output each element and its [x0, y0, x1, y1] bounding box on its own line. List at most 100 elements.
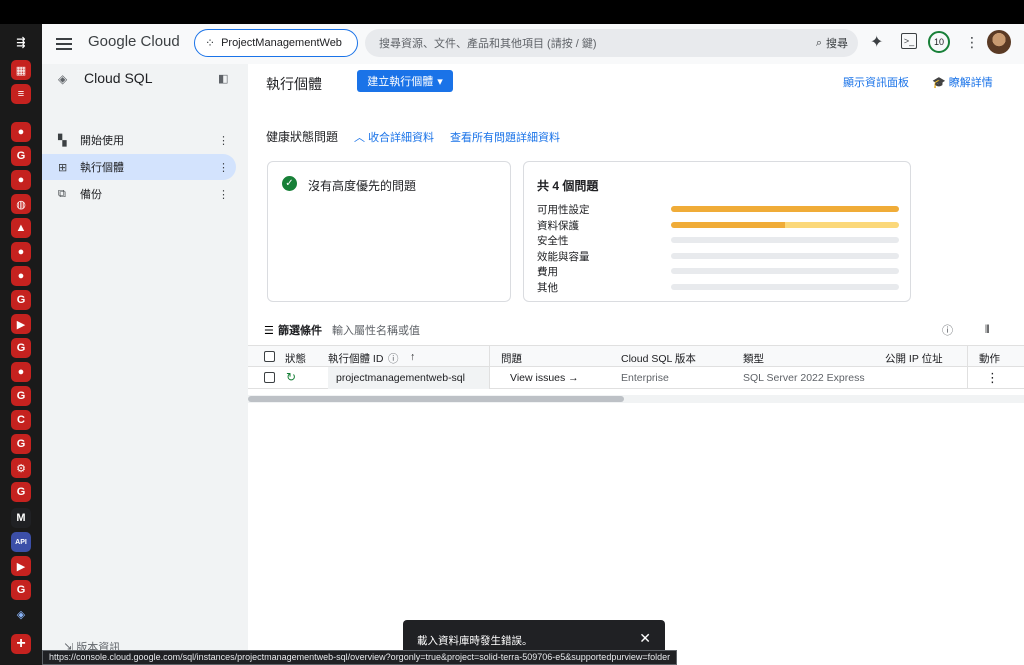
issues-card: 共 4 個問題 可用性設定 資料保護 安全性 效能與容量 費用 其他	[523, 161, 911, 302]
create-instance-button[interactable]: 建立執行個體 ▾	[357, 70, 453, 92]
scrollbar-thumb[interactable]	[248, 396, 624, 402]
show-dashboard-link[interactable]: 顯示資訊面板	[843, 74, 909, 90]
google-icon[interactable]: G	[11, 338, 31, 358]
chevron-up-icon: ︿	[354, 132, 365, 144]
column-display-icon[interactable]: ⫴	[985, 324, 990, 337]
sidebar-item-instances[interactable]: ⊞ 執行個體 ⋮	[42, 154, 236, 180]
help-icon[interactable]: ⓘ	[388, 351, 399, 366]
column-instance-id[interactable]: 執行個體 ID	[328, 351, 383, 366]
google-icon[interactable]: G	[11, 482, 31, 502]
column-type[interactable]: 類型	[743, 351, 764, 366]
horizontal-scrollbar[interactable]	[248, 395, 1024, 403]
globe-icon[interactable]: ◍	[11, 194, 31, 214]
sidebar-toggle-icon[interactable]: ⇶	[11, 32, 31, 52]
youtube-icon[interactable]: ▶	[11, 314, 31, 334]
more-vert-icon[interactable]: ⋮	[218, 188, 229, 201]
table-row[interactable]: ↻ projectmanagementweb-sql View issues →…	[248, 367, 1024, 389]
google-icon[interactable]: G	[11, 580, 31, 600]
type-cell: SQL Server 2022 Express	[743, 372, 865, 384]
app-g-icon[interactable]: G	[11, 386, 31, 406]
close-icon[interactable]: ✕	[639, 630, 651, 647]
sidebar-item-get-started[interactable]: ▚ 開始使用 ⋮	[42, 127, 236, 153]
google-icon[interactable]: G	[11, 146, 31, 166]
cloud-shell-icon[interactable]: >_	[901, 33, 917, 49]
filter-input[interactable]: 輸入屬性名稱或值	[332, 322, 420, 338]
status-url: https://console.cloud.google.com/sql/ins…	[42, 650, 678, 665]
issue-bar-track	[671, 252, 899, 259]
sidebar-item-backups[interactable]: ⧉ 備份 ⋮	[42, 181, 236, 207]
column-divider	[489, 367, 490, 389]
search-input[interactable]: 搜尋資源、文件、產品和其他項目 (請按 / 鍵) ⌕ 搜尋	[365, 29, 858, 57]
app-g-icon[interactable]: G	[11, 434, 31, 454]
api-icon[interactable]: API	[11, 532, 31, 552]
github-icon[interactable]: ●	[11, 122, 31, 142]
github-icon[interactable]: ●	[11, 170, 31, 190]
sidebar-item-label: 開始使用	[80, 135, 124, 147]
more-vert-icon[interactable]: ⋮	[218, 161, 229, 174]
column-issues[interactable]: 問題	[501, 351, 522, 366]
instance-id-link[interactable]: projectmanagementweb-sql	[336, 372, 465, 384]
collapse-sidebar-icon[interactable]: ◧	[218, 72, 228, 85]
column-version[interactable]: Cloud SQL 版本	[621, 351, 696, 366]
sidebar-title: Cloud SQL	[84, 70, 153, 86]
browser-window: Google Cloud ⁘ ProjectManagementWeb 搜尋資源…	[42, 24, 1024, 665]
learn-more-link[interactable]: 🎓 瞭解詳情	[932, 74, 993, 90]
drive-icon[interactable]: ▲	[11, 218, 31, 238]
column-divider	[489, 346, 490, 368]
column-public-ip[interactable]: 公開 IP 位址	[885, 351, 943, 366]
google-icon[interactable]: G	[11, 290, 31, 310]
column-divider	[967, 346, 968, 368]
row-actions-icon[interactable]: ⋮	[986, 370, 999, 386]
issue-bar-track	[671, 283, 899, 290]
caret-down-icon: ▾	[437, 75, 443, 88]
arrow-right-icon: →	[568, 372, 579, 384]
school-icon: 🎓	[932, 77, 946, 89]
collapse-details-link[interactable]: ︿ 收合詳細資料	[354, 129, 434, 145]
project-selector[interactable]: ⁘ ProjectManagementWeb	[194, 29, 358, 57]
more-vert-icon[interactable]: ⋮	[965, 34, 979, 51]
column-status[interactable]: 狀態	[285, 351, 306, 366]
medium-icon[interactable]: M	[11, 508, 31, 528]
hierarchy-icon: ⊞	[58, 161, 68, 174]
issue-category-label: 可用性設定	[537, 204, 590, 216]
search-list-icon[interactable]: ≡	[11, 84, 31, 104]
issue-category-label: 其他	[537, 281, 558, 294]
select-all-checkbox[interactable]	[264, 351, 275, 362]
version-cell: Enterprise	[621, 372, 669, 384]
sidebar-item-label: 執行個體	[80, 162, 124, 174]
view-all-details-link[interactable]: 查看所有問題詳細資料	[450, 129, 560, 145]
page-title: 執行個體	[266, 76, 322, 92]
row-checkbox[interactable]	[264, 372, 275, 383]
issue-bar-fill-secondary	[785, 221, 899, 228]
layers-icon[interactable]: ◈	[11, 604, 31, 624]
sort-arrow-up-icon[interactable]: ↑	[410, 351, 415, 363]
health-title: 健康狀態問題	[266, 130, 339, 144]
brand-logo[interactable]: Google Cloud	[88, 33, 180, 50]
menu-icon[interactable]	[56, 34, 72, 54]
main-content: 執行個體 建立執行個體 ▾ 顯示資訊面板 🎓 瞭解詳情 健康狀態問題 ︿ 收合詳…	[248, 64, 1024, 665]
youtube-icon[interactable]: ▶	[11, 556, 31, 576]
help-icon[interactable]: ⓘ	[942, 322, 953, 338]
issue-category-label: 效能與容量	[537, 250, 590, 263]
avatar[interactable]	[987, 30, 1011, 54]
github-icon[interactable]: ●	[11, 362, 31, 382]
project-name: ProjectManagementWeb	[221, 37, 342, 49]
search-button-label: 搜尋	[826, 38, 848, 50]
github-icon[interactable]: ●	[11, 266, 31, 286]
search-placeholder: 搜尋資源、文件、產品和其他項目 (請按 / 鍵)	[379, 38, 597, 50]
cloud-sql-icon: ◈	[58, 72, 68, 86]
filter-label: 篩選條件	[278, 325, 322, 337]
settings-icon[interactable]: ⚙	[11, 458, 31, 478]
grid-icon[interactable]: ▦	[11, 60, 31, 80]
more-vert-icon[interactable]: ⋮	[218, 134, 229, 147]
github-icon[interactable]: ●	[11, 242, 31, 262]
dashboard-icon: ▚	[58, 134, 67, 147]
view-issues-button[interactable]: View issues →	[510, 372, 579, 384]
add-icon[interactable]: +	[11, 634, 31, 654]
search-button[interactable]: ⌕ 搜尋	[816, 35, 848, 51]
no-priority-text: 沒有高度優先的問題	[308, 179, 417, 193]
notification-badge[interactable]: 10	[928, 31, 950, 53]
filter-bar: ☰ 篩選條件 輸入屬性名稱或值 ⓘ ⫴	[248, 316, 1024, 344]
gemini-sparkle-icon[interactable]: ✦	[870, 32, 883, 52]
app-c-icon[interactable]: C	[11, 410, 31, 430]
